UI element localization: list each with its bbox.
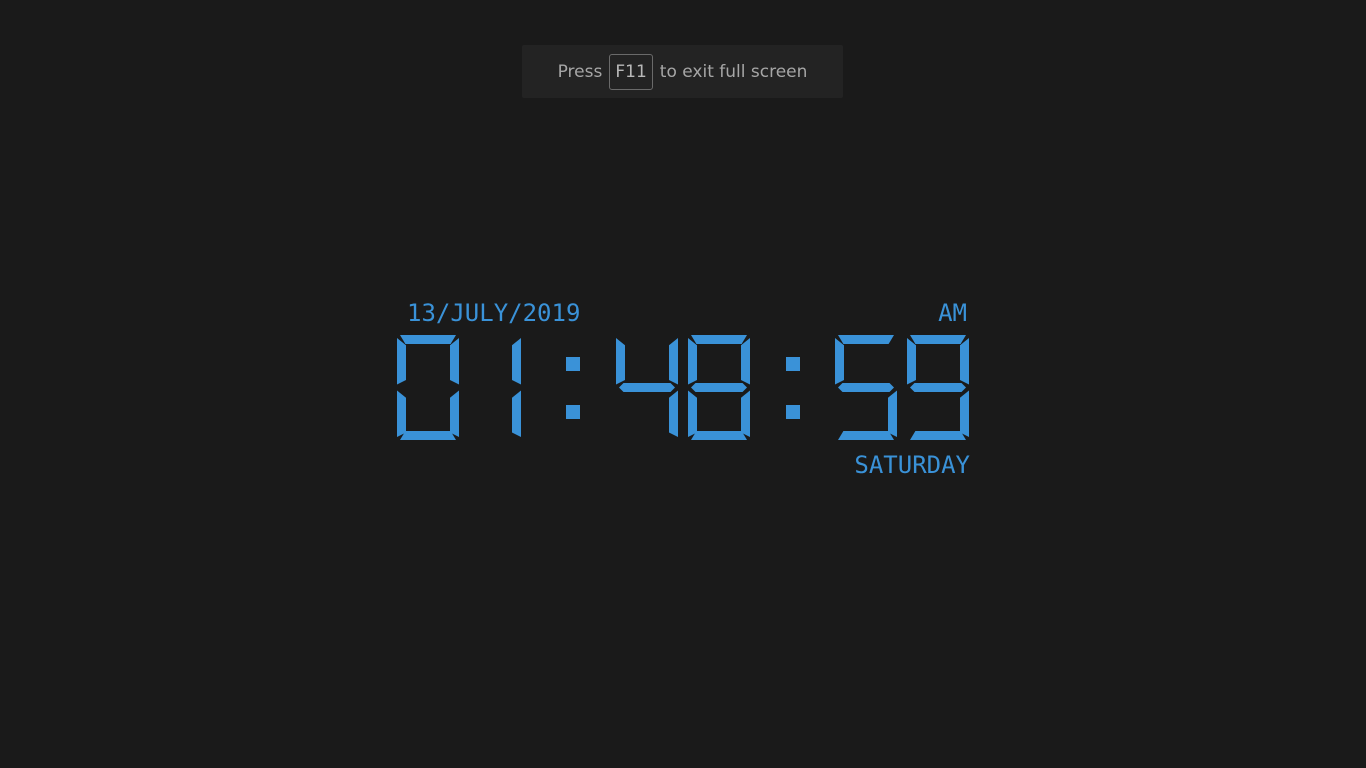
digit-segment <box>910 431 966 440</box>
digital-clock: 13/JULY/2019 AM SATURDAY <box>0 0 1366 768</box>
time-digit <box>688 335 750 440</box>
time-digit <box>512 338 521 437</box>
digit-segment <box>616 338 625 385</box>
colon-dot <box>566 405 580 419</box>
digit-segment <box>400 431 456 440</box>
clock-time-digits <box>397 335 969 440</box>
digit-segment <box>688 390 697 437</box>
time-digit <box>835 335 897 440</box>
colon-dot <box>786 405 800 419</box>
digit-segment <box>397 390 406 437</box>
colon-dot <box>566 357 580 371</box>
digit-segment <box>400 335 456 344</box>
colon-dot <box>786 357 800 371</box>
digit-segment <box>691 335 747 344</box>
digit-segment <box>910 383 966 392</box>
digit-segment <box>619 383 675 392</box>
digit-segment <box>450 390 459 437</box>
digit-segment <box>910 335 966 344</box>
digit-segment <box>888 390 897 437</box>
digit-segment <box>691 431 747 440</box>
digit-segment <box>835 338 844 385</box>
clock-display: 13/JULY/2019 AM SATURDAY <box>397 299 971 479</box>
digit-segment <box>512 338 521 385</box>
digit-segment <box>450 338 459 385</box>
digit-segment <box>669 390 678 437</box>
digit-segment <box>907 338 916 385</box>
time-digit <box>907 335 969 440</box>
digit-segment <box>960 390 969 437</box>
digit-segment <box>688 338 697 385</box>
clock-weekday: SATURDAY <box>854 451 970 479</box>
time-digit <box>397 335 459 440</box>
digit-segment <box>512 390 521 437</box>
digit-segment <box>838 383 894 392</box>
digit-segment <box>691 383 747 392</box>
digit-segment <box>960 338 969 385</box>
digit-segment <box>669 338 678 385</box>
digit-segment <box>741 338 750 385</box>
digit-segment <box>838 431 894 440</box>
digit-segment <box>397 338 406 385</box>
digit-segment <box>838 335 894 344</box>
clock-date: 13/JULY/2019 <box>407 299 580 327</box>
clock-meridiem: AM <box>938 299 967 327</box>
time-digit <box>616 338 678 437</box>
digit-segment <box>741 390 750 437</box>
